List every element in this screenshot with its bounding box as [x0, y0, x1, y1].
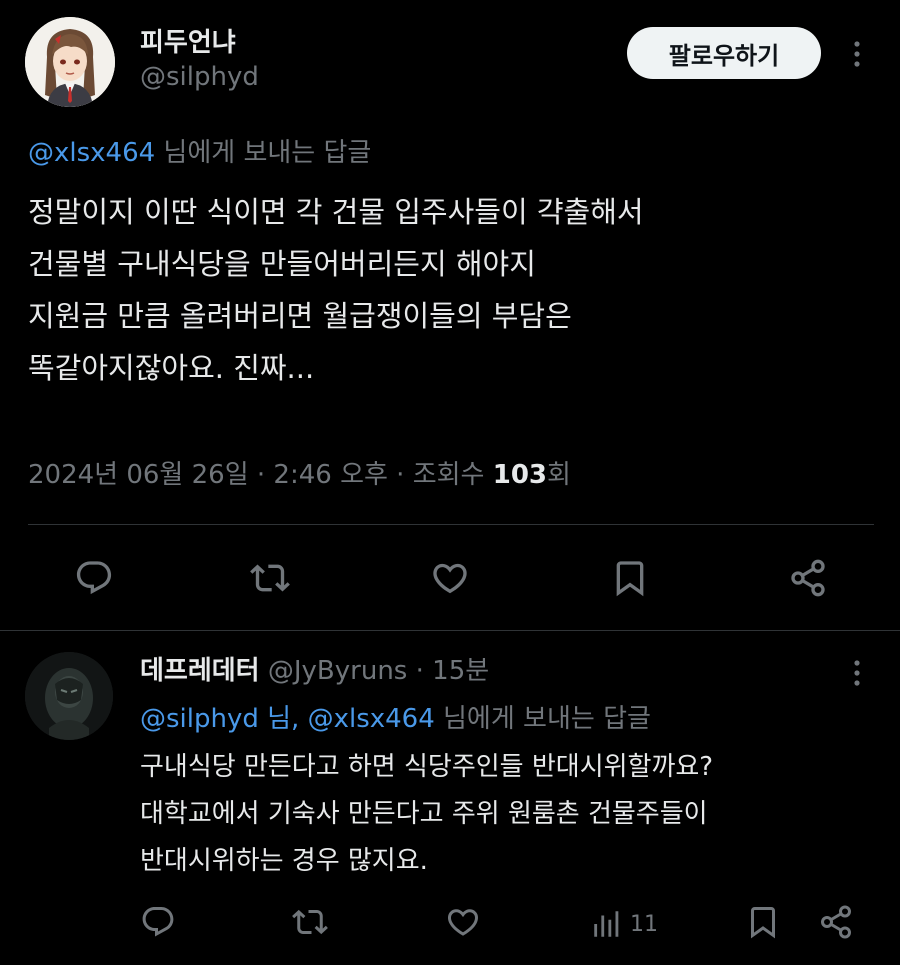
post-timestamp[interactable]: 2024년 06월 26일 · 2:46 오후 · 조회수 103회 — [28, 454, 571, 491]
author-handle[interactable]: @silphyd — [140, 62, 259, 92]
reply-text-line: 대학교에서 기숙사 만든다고 주위 원룸촌 건물주들이 — [140, 799, 708, 829]
follow-button[interactable]: 팔로우하기 — [627, 27, 821, 79]
reply-author-name[interactable]: 데프레데터 — [140, 656, 260, 686]
reply-icon[interactable] — [74, 558, 114, 598]
post-text-line: 지원금 만큼 올려버리면 월급쟁이들의 부담은 — [28, 299, 572, 333]
like-icon[interactable] — [445, 904, 481, 940]
reply-text-line: 구내식당 만든다고 하면 식당주인들 반대시위할까요? — [140, 752, 714, 782]
mention-link[interactable]: @silphyd 님, @xlsx464 — [140, 704, 435, 734]
post-text-line: 건물별 구내식당을 만들어버리든지 해야지 — [28, 247, 536, 281]
retweet-icon[interactable] — [292, 904, 328, 940]
post-text-line: 정말이지 이딴 식이면 각 건물 입주사들이 갹출해서 — [28, 195, 644, 229]
reply-context: @xlsx464 님에게 보내는 답글 — [28, 132, 371, 169]
post-text-line: 똑같아지잖아요. 진짜... — [28, 351, 315, 385]
mention-link[interactable]: @xlsx464 — [28, 138, 155, 168]
reply-header: 데프레데터 @JyByruns · 15분 — [140, 650, 489, 687]
divider — [28, 524, 874, 525]
reply-time[interactable]: · 15분 — [407, 656, 490, 686]
views-icon — [594, 911, 619, 937]
more-options-icon[interactable] — [845, 655, 869, 691]
like-icon[interactable] — [430, 558, 470, 598]
retweet-icon[interactable] — [250, 558, 290, 598]
bookmark-icon[interactable] — [610, 558, 650, 598]
reply-icon[interactable] — [140, 904, 176, 940]
divider — [0, 630, 900, 631]
more-options-icon[interactable] — [845, 36, 869, 72]
share-icon[interactable] — [788, 558, 828, 598]
views-count: 11 — [630, 911, 658, 937]
bookmark-icon[interactable] — [745, 904, 781, 940]
views-button[interactable]: 11 — [590, 904, 658, 944]
post-datetime[interactable]: 2024년 06월 26일 · 2:46 오후 · 조회수 — [28, 460, 493, 490]
avatar[interactable] — [25, 17, 115, 107]
avatar-illustration — [25, 17, 115, 107]
tweet-thread: 피두언냐 @silphyd 팔로우하기 @xlsx464 님에게 보내는 답글 … — [0, 0, 900, 965]
reply-context: @silphyd 님, @xlsx464 님에게 보내는 답글 — [140, 698, 651, 735]
post-text: 정말이지 이딴 식이면 각 건물 입주사들이 갹출해서 건물별 구내식당을 만들… — [28, 186, 868, 394]
reply-avatar[interactable] — [25, 652, 113, 740]
share-icon[interactable] — [818, 904, 854, 940]
reply-context-label: 님에게 보내는 답글 — [434, 704, 651, 734]
reply-context-label: 님에게 보내는 답글 — [155, 138, 372, 168]
reply-text: 구내식당 만든다고 하면 식당주인들 반대시위할까요? 대학교에서 기숙사 만든… — [140, 744, 880, 885]
reply-text-line: 반대시위하는 경우 많지요. — [140, 846, 428, 876]
main-post: 피두언냐 @silphyd 팔로우하기 @xlsx464 님에게 보내는 답글 … — [0, 0, 900, 630]
reply-author-handle[interactable]: @JyByruns — [260, 656, 408, 686]
author-name[interactable]: 피두언냐 — [140, 22, 236, 59]
view-count-suffix: 회 — [547, 460, 571, 490]
avatar-illustration — [25, 652, 113, 740]
view-count: 103 — [492, 460, 548, 490]
